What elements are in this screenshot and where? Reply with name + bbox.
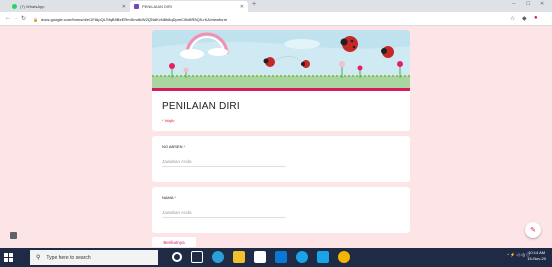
edge-icon[interactable] <box>212 251 224 263</box>
close-icon[interactable]: ✕ <box>240 4 244 10</box>
clock-date: 15-Nov-20 <box>527 256 546 261</box>
google-forms-icon <box>134 4 139 9</box>
question-no-absen: NO ABSEN * Jawaban Anda <box>152 136 410 182</box>
required-asterisk: * <box>183 144 186 149</box>
chrome-icon[interactable] <box>338 251 350 263</box>
question-text: NAMA <box>162 195 174 200</box>
tab-title: PENILAIAN DIRI <box>142 4 173 9</box>
app-icon[interactable] <box>317 251 329 263</box>
search-icon: ⚲ <box>36 255 41 261</box>
form-header-image <box>152 30 410 88</box>
question-label: NO ABSEN * <box>162 144 400 149</box>
question-nama: NAMA * Jawaban Anda <box>152 187 410 233</box>
question-text: NO ABSEN <box>162 144 183 149</box>
taskbar-apps <box>172 251 350 263</box>
reload-icon[interactable]: ↻ <box>21 15 26 22</box>
browser-toolbar: ← → ↻ 🔒 docs.google.com/forms/d/e/1FAIpQ… <box>0 12 552 26</box>
task-view-icon[interactable] <box>191 251 203 263</box>
search-placeholder: Type here to search <box>46 254 91 261</box>
no-absen-input[interactable]: Jawaban Anda <box>162 159 286 167</box>
url-text: docs.google.com/forms/d/e/1FAIpQLSfqB9Be… <box>40 16 228 22</box>
browser-tab-strip: (7) WhatsApp ✕ PENILAIAN DIRI ✕ + ─ ☐ ✕ <box>0 0 552 12</box>
mail-icon[interactable] <box>275 251 287 263</box>
nama-input[interactable]: Jawaban Anda <box>162 210 286 218</box>
minimize-icon[interactable]: ─ <box>512 1 516 7</box>
profile-icon[interactable]: ● <box>534 15 538 21</box>
taskbar-search-box[interactable]: ⚲ Type here to search <box>30 250 158 265</box>
whatsapp-icon <box>12 4 17 9</box>
question-label: NAMA * <box>162 195 400 200</box>
windows-taskbar: ⚲ Type here to search ^ ⚡ ◁ ◁) ⓘ 10:14 A… <box>0 248 552 267</box>
form-title: PENILAIAN DIRI <box>162 101 240 112</box>
address-bar[interactable]: 🔒 docs.google.com/forms/d/e/1FAIpQLSfqB9… <box>28 14 508 24</box>
next-button[interactable]: Berikutnya <box>152 237 196 247</box>
required-note: * Wajib <box>162 118 175 123</box>
store-icon[interactable] <box>254 251 266 263</box>
tab-title: (7) WhatsApp <box>20 4 45 9</box>
tab-whatsapp[interactable]: (7) WhatsApp ✕ <box>8 1 130 12</box>
cortana-icon[interactable] <box>172 252 182 262</box>
maximize-icon[interactable]: ☐ <box>526 1 530 7</box>
tab-penilaian-diri[interactable]: PENILAIAN DIRI ✕ <box>130 1 248 12</box>
form-title-card: PENILAIAN DIRI * Wajib <box>152 88 410 131</box>
forward-icon[interactable]: → <box>13 15 19 21</box>
lock-icon: 🔒 <box>33 16 38 22</box>
media-icon[interactable] <box>296 251 308 263</box>
report-icon[interactable] <box>10 232 17 239</box>
ladybug-garden-illustration <box>152 30 410 88</box>
back-icon[interactable]: ← <box>5 15 11 21</box>
star-icon[interactable]: ☆ <box>510 15 515 22</box>
edit-pencil-icon[interactable]: ✎ <box>525 222 541 238</box>
new-tab-button[interactable]: + <box>252 1 256 8</box>
required-asterisk: * <box>174 195 177 200</box>
extensions-icon[interactable]: ◆ <box>522 15 527 22</box>
close-icon[interactable]: ✕ <box>122 4 126 10</box>
taskbar-clock[interactable]: 10:14 AM 15-Nov-20 <box>527 250 546 262</box>
windows-start-icon[interactable] <box>4 253 13 262</box>
file-explorer-icon[interactable] <box>233 251 245 263</box>
close-window-icon[interactable]: ✕ <box>540 1 544 7</box>
